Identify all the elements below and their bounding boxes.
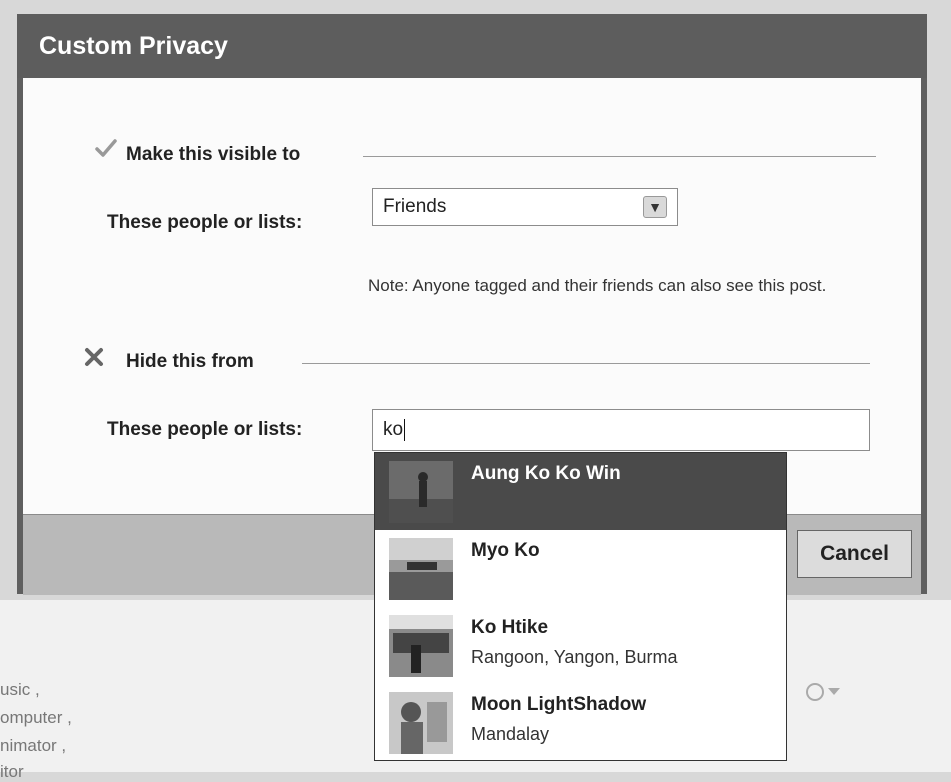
dialog-title: Custom Privacy — [17, 14, 927, 78]
section-divider — [363, 156, 876, 157]
background-text: nimator , — [0, 736, 67, 755]
hide-field-label: These people or lists: — [107, 419, 303, 440]
chevron-down-icon[interactable] — [828, 688, 840, 695]
globe-icon[interactable] — [806, 683, 824, 701]
avatar — [389, 538, 453, 600]
suggestion-name: Aung Ko Ko Win — [471, 463, 621, 484]
cancel-button[interactable]: Cancel — [797, 530, 912, 578]
background-text: omputer , — [0, 708, 72, 727]
visibility-select-value: Friends — [383, 196, 447, 217]
chevron-down-icon[interactable]: ▼ — [643, 196, 667, 218]
suggestion-item[interactable]: Ko Htike Rangoon, Yangon, Burma — [375, 607, 786, 684]
visibility-select[interactable]: Friends ▼ — [372, 188, 678, 226]
suggestion-name: Ko Htike — [471, 617, 549, 638]
hide-from-input[interactable]: ko — [372, 409, 870, 451]
suggestion-item[interactable]: Myo Ko — [375, 530, 786, 607]
checkmark-icon — [95, 139, 117, 157]
suggestion-name: Myo Ko — [471, 540, 540, 561]
hide-from-input-value: ko — [383, 419, 404, 440]
visible-section-title: Make this visible to — [126, 144, 301, 165]
section-divider — [302, 363, 870, 364]
suggestion-name: Moon LightShadow — [471, 694, 647, 715]
background-text: itor — [0, 762, 24, 781]
hide-section-title: Hide this from — [126, 351, 254, 372]
suggestion-item[interactable]: Aung Ko Ko Win — [375, 453, 786, 530]
background-text: usic , — [0, 680, 40, 699]
text-cursor — [404, 418, 406, 441]
avatar — [389, 692, 453, 754]
suggestion-dropdown: Aung Ko Ko Win Myo Ko Ko Htike Rangoon, … — [374, 452, 787, 761]
avatar — [389, 461, 453, 523]
tagging-note: Note: Anyone tagged and their friends ca… — [368, 276, 827, 295]
cross-icon — [85, 348, 103, 366]
avatar — [389, 615, 453, 677]
visible-field-label: These people or lists: — [107, 212, 303, 233]
suggestion-item[interactable]: Moon LightShadow Mandalay — [375, 684, 786, 761]
suggestion-location: Rangoon, Yangon, Burma — [471, 647, 678, 667]
suggestion-location: Mandalay — [471, 724, 550, 744]
